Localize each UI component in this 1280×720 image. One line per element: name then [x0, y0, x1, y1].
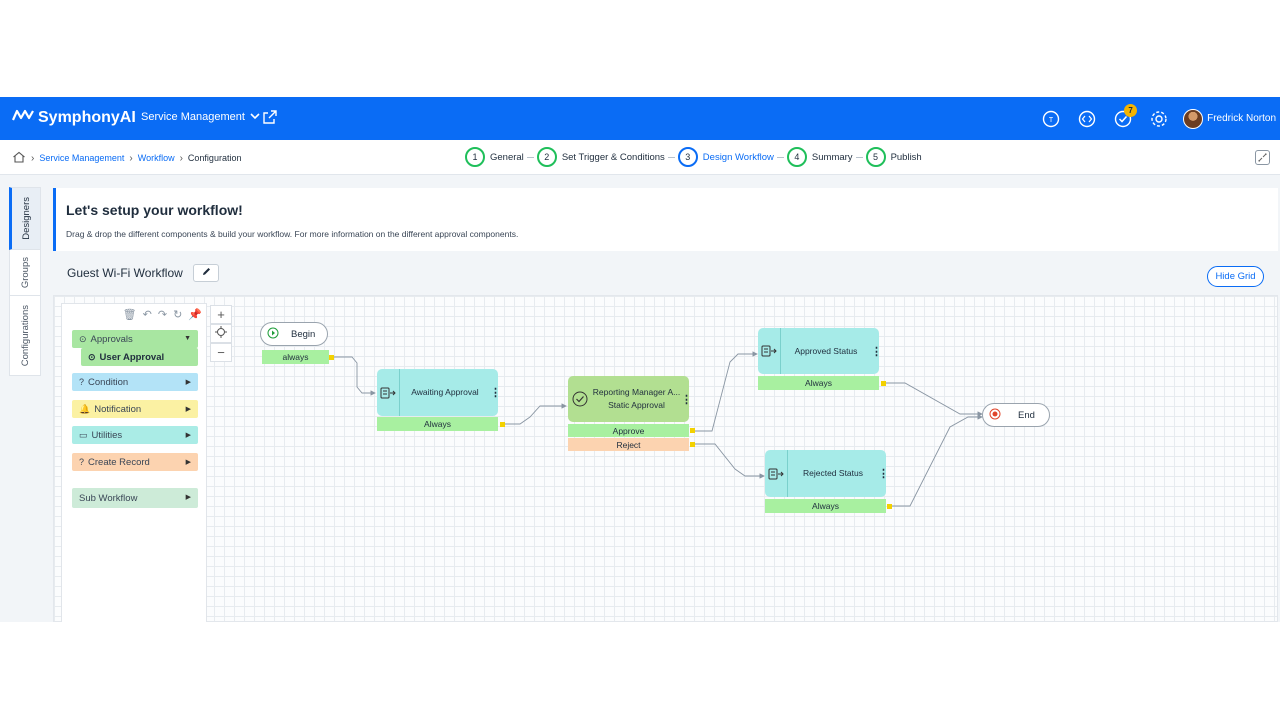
- form-arrow-icon: [377, 369, 400, 416]
- approve-condition[interactable]: Approve: [568, 424, 689, 437]
- connector-lines: [333, 351, 983, 507]
- edge-awaiting-manager: [505, 403, 567, 425]
- node-label-line2: Static Approval: [608, 400, 665, 410]
- rejected-condition[interactable]: Always: [765, 499, 886, 513]
- node-label: Approved Status: [794, 345, 858, 356]
- node-label-line1: Reporting Manager A...: [592, 387, 681, 397]
- begin-node[interactable]: Begin: [260, 322, 328, 346]
- node-label: Awaiting Approval: [411, 387, 479, 397]
- edge-approved-end: [886, 382, 983, 417]
- stop-icon: [989, 408, 1001, 423]
- reporting-manager-approval-node[interactable]: Reporting Manager A... Static Approval ⋮: [568, 376, 692, 422]
- awaiting-approval-node[interactable]: Awaiting Approval ⋮: [377, 369, 501, 416]
- edge-rejected-end: [891, 414, 983, 507]
- approved-condition[interactable]: Always: [758, 376, 879, 390]
- rejected-status-node[interactable]: Rejected Status ⋮: [765, 450, 889, 497]
- approved-status-node[interactable]: Approved Status ⋮: [758, 328, 882, 374]
- app-shell: SymphonyAI Service Management T 7 Fredri…: [0, 97, 1280, 622]
- output-port[interactable]: [881, 381, 886, 386]
- play-icon: [267, 327, 279, 342]
- reject-condition[interactable]: Reject: [568, 438, 689, 451]
- node-label: Rejected Status: [802, 468, 863, 478]
- output-port[interactable]: [500, 422, 505, 427]
- end-node[interactable]: End: [982, 403, 1050, 427]
- output-port[interactable]: [690, 428, 695, 433]
- begin-label: Begin: [291, 328, 316, 340]
- check-circle-icon: [568, 391, 592, 407]
- more-icon[interactable]: ⋮: [878, 467, 889, 480]
- begin-condition[interactable]: always: [262, 350, 329, 364]
- more-icon[interactable]: ⋮: [490, 386, 501, 399]
- node-label: Reporting Manager A... Static Approval: [592, 386, 681, 412]
- edge-reject-rejected: [694, 443, 765, 479]
- awaiting-condition[interactable]: Always: [377, 417, 498, 431]
- output-port[interactable]: [887, 504, 892, 509]
- edge-begin-awaiting: [333, 356, 376, 396]
- more-icon[interactable]: ⋮: [681, 393, 692, 406]
- more-icon[interactable]: ⋮: [871, 345, 882, 358]
- form-arrow-icon: [765, 450, 788, 497]
- output-port[interactable]: [329, 355, 334, 360]
- edge-approve-approved: [694, 351, 758, 432]
- form-arrow-icon: [758, 328, 781, 374]
- output-port[interactable]: [690, 442, 695, 447]
- end-label: End: [1018, 409, 1035, 421]
